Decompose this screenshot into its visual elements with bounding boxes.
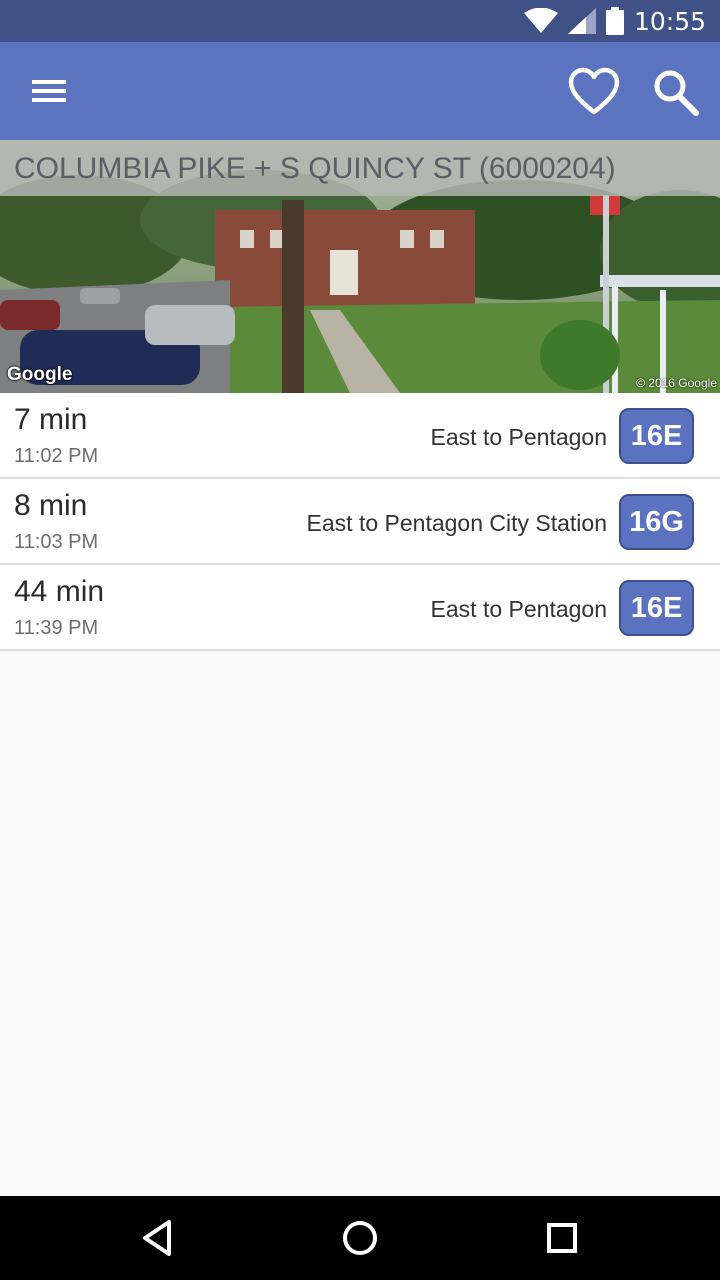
arrival-time: 11:39 PM xyxy=(14,617,99,639)
battery-icon xyxy=(605,7,624,35)
stop-street-view-image: COLUMBIA PIKE + S QUINCY ST (6000204) Go… xyxy=(0,140,720,393)
back-icon xyxy=(143,1220,171,1256)
arrival-destination: East to Pentagon City Station xyxy=(306,510,607,536)
recents-icon xyxy=(547,1223,577,1253)
wifi-icon xyxy=(523,8,558,33)
back-button[interactable] xyxy=(137,1216,181,1260)
image-copyright: © 2016 Google xyxy=(636,376,717,390)
route-badge: 16E xyxy=(619,408,694,464)
arrival-destination: East to Pentagon xyxy=(430,596,607,622)
home-button[interactable] xyxy=(338,1216,382,1260)
google-watermark: Google xyxy=(7,364,73,385)
cell-signal-icon xyxy=(567,8,596,34)
recents-button[interactable] xyxy=(540,1216,584,1260)
route-badge: 16G xyxy=(619,494,694,550)
home-icon xyxy=(343,1221,377,1255)
arrival-row[interactable]: 8 min 11:03 PM East to Pentagon City Sta… xyxy=(0,479,720,565)
favorite-heart-icon xyxy=(568,67,620,115)
system-nav-bar xyxy=(0,1196,720,1280)
arrival-minutes: 7 min xyxy=(14,403,88,436)
arrival-time: 11:02 PM xyxy=(14,445,99,467)
clock-time: 10:55 xyxy=(633,6,706,36)
arrival-time: 11:03 PM xyxy=(14,531,99,553)
arrival-minutes: 8 min xyxy=(14,489,88,522)
favorite-button[interactable] xyxy=(566,66,622,118)
arrivals-list: 7 min 11:02 PM East to Pentagon 16E 8 mi… xyxy=(0,393,720,651)
menu-icon xyxy=(32,80,66,102)
status-bar: 10:55 xyxy=(0,0,720,42)
arrival-row[interactable]: 7 min 11:02 PM East to Pentagon 16E xyxy=(0,393,720,479)
arrival-minutes: 44 min xyxy=(14,575,105,608)
arrival-destination: East to Pentagon xyxy=(430,424,607,450)
search-icon xyxy=(654,70,699,116)
menu-button[interactable] xyxy=(24,68,74,114)
arrival-row[interactable]: 44 min 11:39 PM East to Pentagon 16E xyxy=(0,565,720,651)
search-button[interactable] xyxy=(650,66,704,118)
stop-title: COLUMBIA PIKE + S QUINCY ST (6000204) xyxy=(0,140,720,196)
app-bar xyxy=(0,42,720,140)
route-badge: 16E xyxy=(619,580,694,636)
